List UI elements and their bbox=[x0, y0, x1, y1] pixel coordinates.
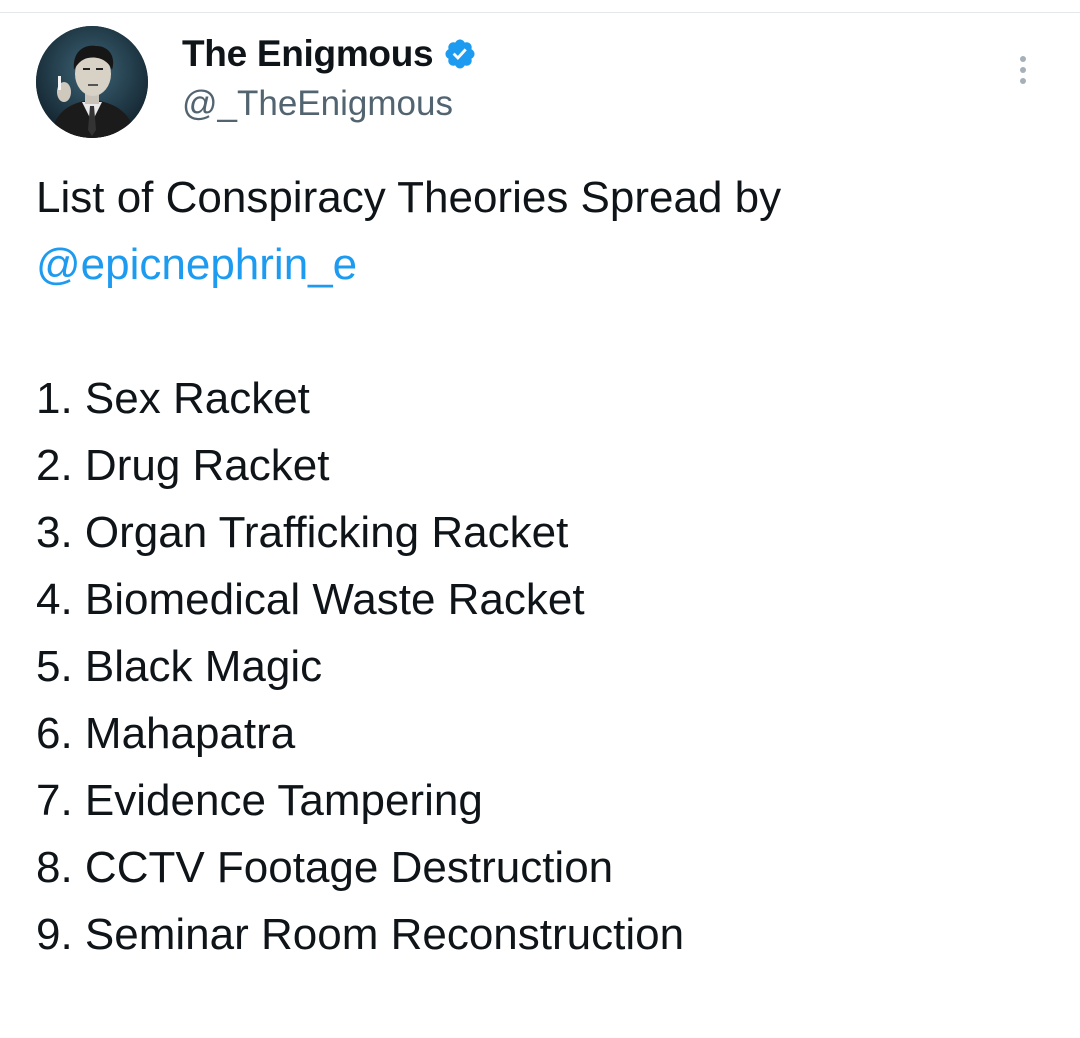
list-item: 5. Black Magic bbox=[36, 642, 323, 691]
list-item: 8. CCTV Footage Destruction bbox=[36, 843, 614, 892]
list-item: 1. Sex Racket bbox=[36, 374, 310, 423]
mention-link[interactable]: @epicnephrin_e bbox=[36, 240, 357, 289]
list-item: 4. Biomedical Waste Racket bbox=[36, 575, 585, 624]
tweet-intro: List of Conspiracy Theories Spread by bbox=[36, 173, 782, 222]
avatar-photo bbox=[36, 26, 148, 138]
list-item: 3. Organ Trafficking Racket bbox=[36, 508, 569, 557]
more-vertical-icon bbox=[1020, 56, 1026, 84]
list-item: 6. Mahapatra bbox=[36, 709, 296, 758]
list-item: 2. Drug Racket bbox=[36, 441, 330, 490]
verified-badge-icon bbox=[445, 39, 475, 69]
author-name-row: The Enigmous bbox=[182, 30, 477, 78]
list-item: 9. Seminar Room Reconstruction bbox=[36, 910, 685, 959]
list-item: 7. Evidence Tampering bbox=[36, 776, 483, 825]
top-divider bbox=[0, 0, 1080, 13]
more-options-button[interactable] bbox=[1006, 50, 1040, 90]
author-display-name[interactable]: The Enigmous bbox=[182, 30, 434, 78]
author-handle[interactable]: @_TheEnigmous bbox=[182, 82, 453, 126]
theory-list: 1. Sex Racket 2. Drug Racket 3. Organ Tr… bbox=[36, 365, 1046, 968]
author-avatar[interactable] bbox=[36, 26, 148, 138]
tweet-text: List of Conspiracy Theories Spread by @e… bbox=[36, 164, 1046, 968]
